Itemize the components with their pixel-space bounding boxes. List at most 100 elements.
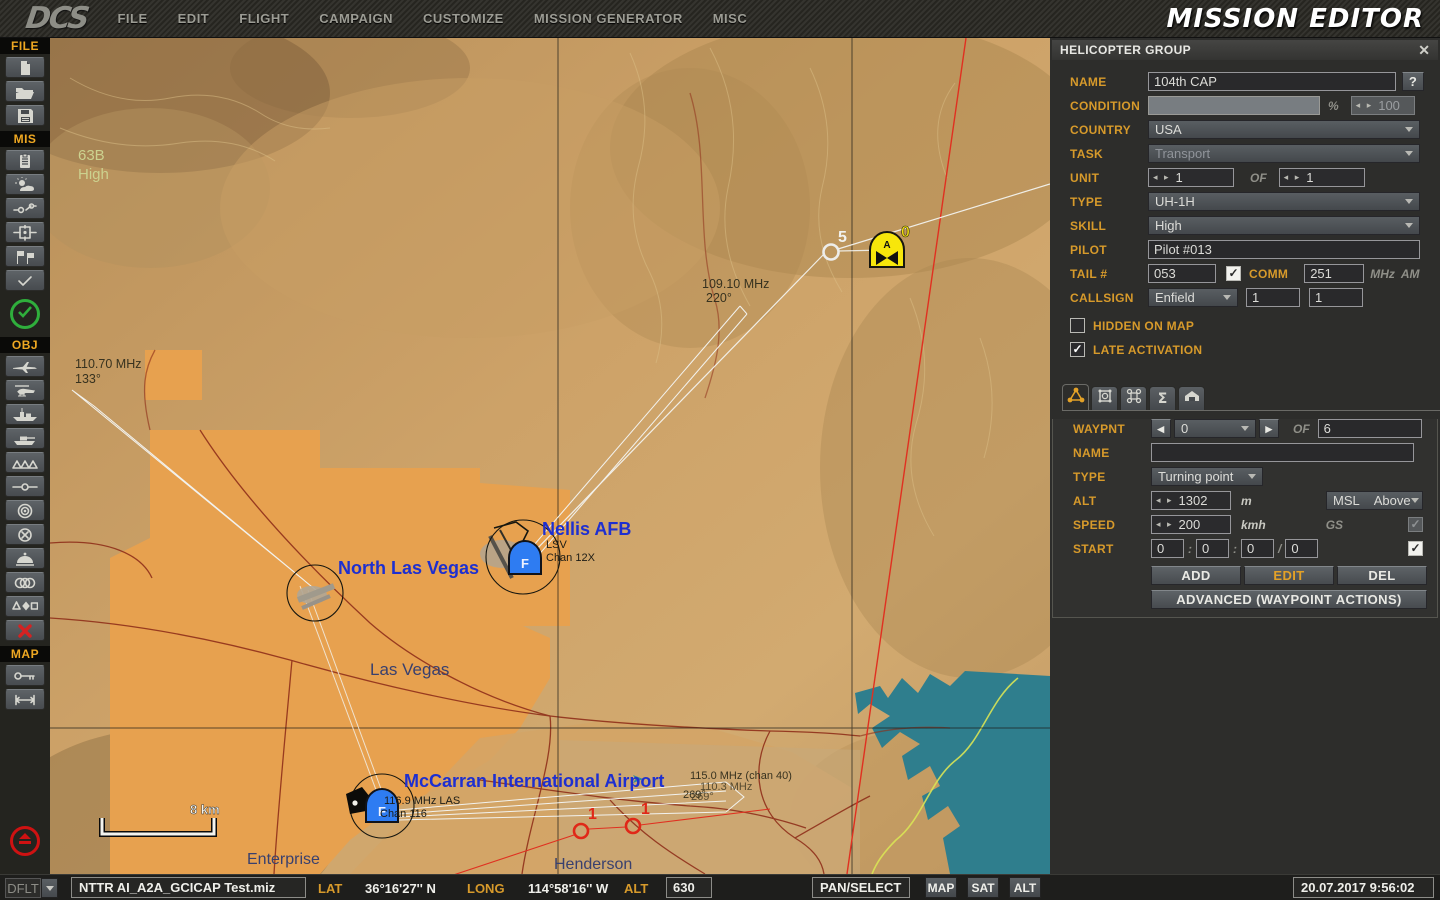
helicopter-group-button[interactable] bbox=[5, 380, 45, 401]
country-dropdown[interactable]: USA bbox=[1148, 120, 1420, 139]
mission-editor-title: MISSION EDITOR bbox=[1166, 4, 1424, 34]
unit-waypoint-label: 0 bbox=[901, 224, 910, 241]
start-seconds-input[interactable] bbox=[1241, 539, 1274, 558]
late-activation-checkbox[interactable] bbox=[1070, 342, 1085, 357]
route-point-icon bbox=[12, 481, 38, 493]
bullseye-button[interactable] bbox=[5, 500, 45, 521]
unit-total-spinner[interactable]: ◂ ▸ 1 bbox=[1279, 168, 1365, 187]
measure-distance-button[interactable] bbox=[5, 689, 45, 710]
delete-waypoint-button[interactable]: DEL bbox=[1337, 566, 1427, 585]
advanced-waypoint-actions-button[interactable]: ADVANCED (WAYPOINT ACTIONS) bbox=[1151, 590, 1427, 609]
bullseye-icon bbox=[16, 503, 34, 519]
start-day-input[interactable] bbox=[1285, 539, 1318, 558]
spinner-arrows-icon: ◂ ▸ bbox=[1284, 172, 1302, 183]
start-time-checkbox[interactable] bbox=[1408, 541, 1423, 556]
start-hours-input[interactable] bbox=[1151, 539, 1184, 558]
vehicle-group-button[interactable] bbox=[5, 428, 45, 449]
callsign-label: CALLSIGN bbox=[1070, 291, 1148, 305]
altitude-ref-dropdown[interactable]: MSL Above bbox=[1326, 491, 1423, 510]
validate-mission-button[interactable] bbox=[10, 299, 40, 329]
static-object-button[interactable] bbox=[5, 452, 45, 473]
shapes-icon bbox=[12, 600, 38, 613]
waypoint-name-input[interactable] bbox=[1151, 443, 1414, 462]
menu-flight[interactable]: FLIGHT bbox=[239, 11, 289, 26]
route-tool-button[interactable] bbox=[5, 476, 45, 497]
waypoint-select-dropdown[interactable]: 0 bbox=[1174, 419, 1256, 438]
menu-misc[interactable]: MISC bbox=[713, 11, 748, 26]
comm-freq-input[interactable] bbox=[1304, 264, 1364, 283]
delete-object-button[interactable] bbox=[5, 620, 45, 641]
svg-text:Enterprise: Enterprise bbox=[247, 851, 320, 868]
waypoint-total-field bbox=[1318, 419, 1422, 438]
skill-dropdown[interactable]: High bbox=[1148, 216, 1420, 235]
waypoint-next-button[interactable]: ▸ bbox=[1259, 419, 1279, 438]
comm-checkbox[interactable] bbox=[1226, 266, 1241, 281]
panel-header[interactable]: HELICOPTER GROUP ✕ bbox=[1052, 40, 1438, 60]
edit-waypoint-button[interactable]: EDIT bbox=[1244, 566, 1334, 585]
triggers-button[interactable] bbox=[5, 198, 45, 219]
unit-count-spinner[interactable]: ◂ ▸ 1 bbox=[1148, 168, 1234, 187]
menu-mission-generator[interactable]: MISSION GENERATOR bbox=[534, 11, 683, 26]
ship-group-button[interactable] bbox=[5, 404, 45, 425]
waypoint-type-dropdown[interactable]: Turning point bbox=[1151, 467, 1263, 486]
waypoint-prev-button[interactable]: ◂ bbox=[1151, 419, 1171, 438]
new-mission-button[interactable] bbox=[5, 57, 45, 78]
start-minutes-input[interactable] bbox=[1196, 539, 1229, 558]
callsign-dropdown[interactable]: Enfield bbox=[1148, 288, 1238, 307]
trigger-zone-button[interactable] bbox=[5, 222, 45, 243]
svg-text:High: High bbox=[78, 166, 109, 183]
menu-file[interactable]: FILE bbox=[117, 11, 147, 26]
hangar-icon bbox=[1183, 389, 1201, 408]
menu-campaign[interactable]: CAMPAIGN bbox=[319, 11, 393, 26]
weather-button[interactable] bbox=[5, 174, 45, 195]
tab-group[interactable] bbox=[1091, 386, 1118, 410]
group-name-input[interactable] bbox=[1148, 72, 1396, 91]
late-activation-label: LATE ACTIVATION bbox=[1093, 343, 1202, 357]
spinner-arrows-icon: ◂ ▸ bbox=[1153, 172, 1171, 183]
type-label: TYPE bbox=[1070, 195, 1148, 209]
altitude-spinner[interactable]: ◂ ▸ 1302 bbox=[1151, 491, 1231, 510]
pilot-name-input[interactable] bbox=[1148, 240, 1420, 259]
goals-button[interactable] bbox=[5, 270, 45, 291]
check-icon bbox=[14, 274, 36, 288]
tab-airbase[interactable] bbox=[1178, 386, 1205, 410]
layer-dropdown-button[interactable] bbox=[41, 878, 58, 898]
save-mission-button[interactable] bbox=[5, 105, 45, 126]
flags-button[interactable] bbox=[5, 246, 45, 267]
tab-summary[interactable]: Σ bbox=[1149, 386, 1176, 410]
drawing-shapes-button[interactable] bbox=[5, 596, 45, 617]
zone-crosshair-icon bbox=[13, 225, 37, 241]
sigma-icon: Σ bbox=[1158, 391, 1168, 407]
map-view-button[interactable]: MAP bbox=[925, 877, 957, 898]
start-time-label: START bbox=[1073, 542, 1151, 556]
hidden-on-map-checkbox[interactable] bbox=[1070, 318, 1085, 333]
farp-button[interactable] bbox=[5, 548, 45, 569]
open-mission-button[interactable] bbox=[5, 81, 45, 102]
template-button[interactable] bbox=[5, 572, 45, 593]
map-canvas[interactable]: F F 5 1 1 bbox=[50, 38, 1050, 874]
type-dropdown[interactable]: UH-1H bbox=[1148, 192, 1420, 211]
left-toolbar: FILE MIS OBJ bbox=[0, 38, 50, 874]
briefing-button[interactable] bbox=[5, 150, 45, 171]
speed-spinner[interactable]: ◂ ▸ 200 bbox=[1151, 515, 1231, 534]
alt-view-button[interactable]: ALT bbox=[1009, 877, 1041, 898]
exit-editor-button[interactable] bbox=[10, 826, 40, 856]
layer-select[interactable]: DFLT bbox=[5, 878, 41, 898]
tail-number-input[interactable] bbox=[1148, 264, 1216, 283]
callsign-flight-input[interactable] bbox=[1246, 288, 1300, 307]
map-options-button[interactable] bbox=[5, 665, 45, 686]
callsign-unit-input[interactable] bbox=[1309, 288, 1363, 307]
tab-payload[interactable] bbox=[1120, 386, 1147, 410]
sat-view-button[interactable]: SAT bbox=[967, 877, 999, 898]
menu-edit[interactable]: EDIT bbox=[178, 11, 210, 26]
tab-route[interactable] bbox=[1062, 384, 1089, 410]
help-button[interactable]: ? bbox=[1402, 72, 1424, 91]
ruler-icon bbox=[13, 694, 37, 706]
airplane-group-button[interactable] bbox=[5, 356, 45, 377]
menu-customize[interactable]: CUSTOMIZE bbox=[423, 11, 504, 26]
task-dropdown: Transport bbox=[1148, 144, 1420, 163]
close-icon[interactable]: ✕ bbox=[1418, 42, 1430, 59]
restricted-zone-button[interactable] bbox=[5, 524, 45, 545]
add-waypoint-button[interactable]: ADD bbox=[1151, 566, 1241, 585]
eject-icon bbox=[18, 832, 32, 850]
